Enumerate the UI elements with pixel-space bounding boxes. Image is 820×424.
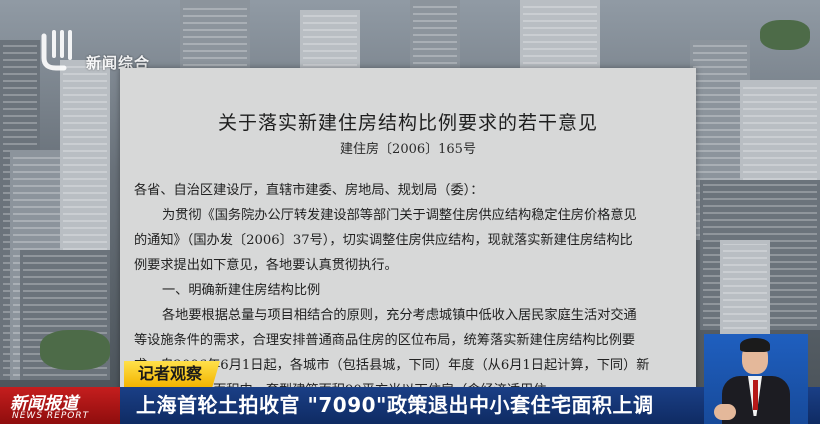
document-section-heading: 一、明确新建住房结构比例 [162, 283, 321, 298]
segment-tag: 记者观察 [124, 361, 221, 387]
sign-language-interpreter [704, 334, 808, 424]
document-title: 关于落实新建住房结构比例要求的若干意见 [217, 112, 598, 134]
document-line: 为贯彻《国务院办公厅转发建设部等部门关于调整住房供应结构稳定住房价格意见 [162, 208, 637, 223]
document-line: 各地要根据总量与项目相结合的原则，充分考虑城镇中低收入居民家庭生活对交通 [162, 308, 637, 323]
document-line: 各省、自治区建设厅，直辖市建委、房地局、规划局（委）： [134, 183, 484, 198]
document-line: 例要求提出如下意见，各地要认真贯彻执行。 [134, 258, 398, 273]
interpreter-hand [714, 404, 736, 420]
document-number: 建住房〔2006〕165号 [340, 142, 476, 157]
document-line: 等设施条件的需求，合理安排普通商品住房的区位布局，统筹落实新建住房结构比例要 [134, 333, 636, 348]
headline-text: 上海首轮土拍收官 "7090"政策退出中小套住宅面积上调 [136, 393, 654, 417]
policy-document: 关于落实新建住房结构比例要求的若干意见 建住房〔2006〕165号 各省、自治区… [120, 68, 696, 398]
document-line: 的通知》（国办发〔2006〕37号），切实调整住房供应结构，现就落实新建住房结构… [134, 233, 633, 248]
station-logo-icon [41, 30, 72, 71]
interpreter-tie [753, 380, 758, 410]
interpreter-hair [740, 338, 770, 352]
show-name-english: NEWS REPORT [12, 411, 90, 421]
